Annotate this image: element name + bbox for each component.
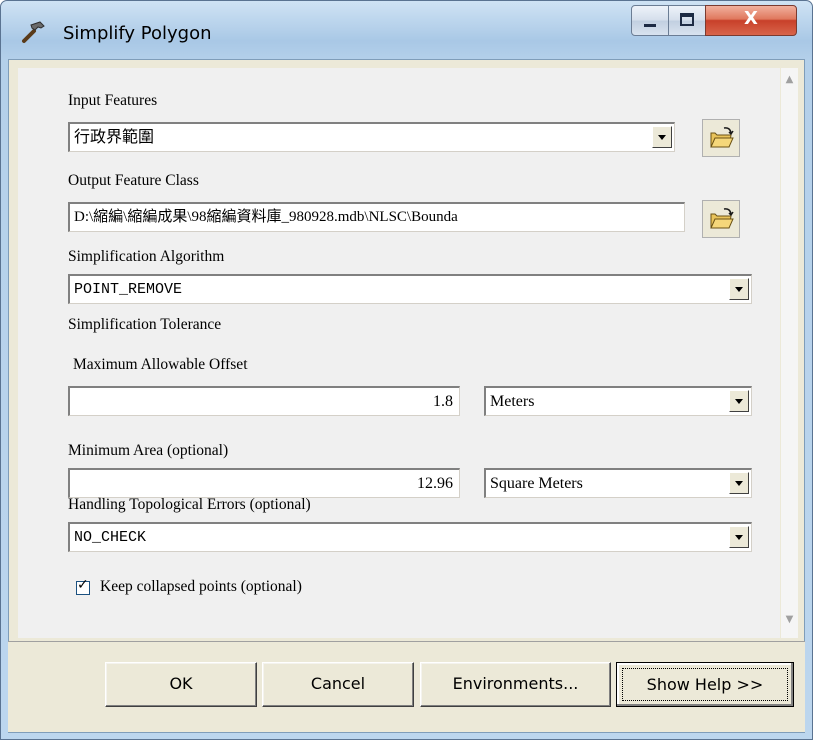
show-help-button[interactable]: Show Help >> xyxy=(616,662,794,707)
topological-errors-dropdown[interactable]: NO_CHECK xyxy=(68,522,752,552)
max-offset-unit-dropdown[interactable]: Meters xyxy=(484,386,752,416)
button-bar: OK Cancel Environments... Show Help >> xyxy=(8,641,805,732)
hammer-icon xyxy=(22,21,45,43)
vertical-scrollbar[interactable]: ▲ ▼ xyxy=(781,68,798,638)
simplification-algorithm-dropdown[interactable]: POINT_REMOVE xyxy=(68,274,752,304)
minimum-area-unit-value: Square Meters xyxy=(490,475,583,492)
close-button[interactable]: X xyxy=(705,5,797,36)
max-allowable-offset-input[interactable]: 1.8 xyxy=(68,386,460,416)
show-help-label: Show Help >> xyxy=(622,668,788,701)
cancel-button[interactable]: Cancel xyxy=(262,662,414,707)
minimize-button[interactable] xyxy=(631,5,669,36)
topological-errors-value: NO_CHECK xyxy=(74,529,147,546)
topological-errors-label: Handling Topological Errors (optional) xyxy=(68,496,311,513)
dialog-window: Simplify Polygon X Input Features 行政界範圍 xyxy=(0,0,813,740)
scroll-up-icon[interactable]: ▲ xyxy=(783,74,796,88)
simplification-tolerance-label: Simplification Tolerance xyxy=(68,316,222,333)
dialog-content: Input Features 行政界範圍 Output Feature Clas… xyxy=(8,59,805,733)
close-icon: X xyxy=(744,8,758,29)
scroll-down-icon[interactable]: ▼ xyxy=(783,614,796,628)
minimum-area-input[interactable]: 12.96 xyxy=(68,468,460,498)
parameters-panel: Input Features 行政界範圍 Output Feature Clas… xyxy=(18,68,780,638)
minimum-area-unit-dropdown[interactable]: Square Meters xyxy=(484,468,752,498)
window-title: Simplify Polygon xyxy=(63,23,212,44)
input-features-label: Input Features xyxy=(68,92,158,109)
maximize-button[interactable] xyxy=(668,5,706,36)
simplification-algorithm-value: POINT_REMOVE xyxy=(74,281,183,298)
environments-button[interactable]: Environments... xyxy=(420,662,611,707)
maximize-icon xyxy=(680,13,694,26)
output-feature-class-input[interactable]: D:\縮編\縮編成果\98縮編資料庫_980928.mdb\NLSC\Bound… xyxy=(68,202,685,232)
output-feature-class-label: Output Feature Class xyxy=(68,172,199,189)
keep-collapsed-checkbox[interactable]: ✓ xyxy=(76,577,90,595)
folder-open-icon[interactable] xyxy=(702,200,740,238)
minimize-icon xyxy=(644,24,656,27)
max-allowable-offset-label: Maximum Allowable Offset xyxy=(73,356,248,373)
ok-button[interactable]: OK xyxy=(105,662,257,707)
chevron-down-icon[interactable] xyxy=(729,526,749,548)
minimum-area-label: Minimum Area (optional) xyxy=(68,442,229,459)
simplification-algorithm-label: Simplification Algorithm xyxy=(68,248,225,265)
checkmark-icon: ✓ xyxy=(77,577,89,593)
folder-open-icon[interactable] xyxy=(702,119,740,157)
keep-collapsed-label: Keep collapsed points (optional) xyxy=(100,578,302,595)
chevron-down-icon[interactable] xyxy=(729,472,749,494)
input-features-dropdown[interactable]: 行政界範圍 xyxy=(68,122,675,152)
title-bar[interactable]: Simplify Polygon X xyxy=(1,1,812,59)
chevron-down-icon[interactable] xyxy=(729,390,749,412)
max-offset-unit-value: Meters xyxy=(490,393,535,410)
chevron-down-icon[interactable] xyxy=(729,278,749,300)
input-features-value: 行政界範圍 xyxy=(74,129,155,146)
chevron-down-icon[interactable] xyxy=(652,126,672,148)
